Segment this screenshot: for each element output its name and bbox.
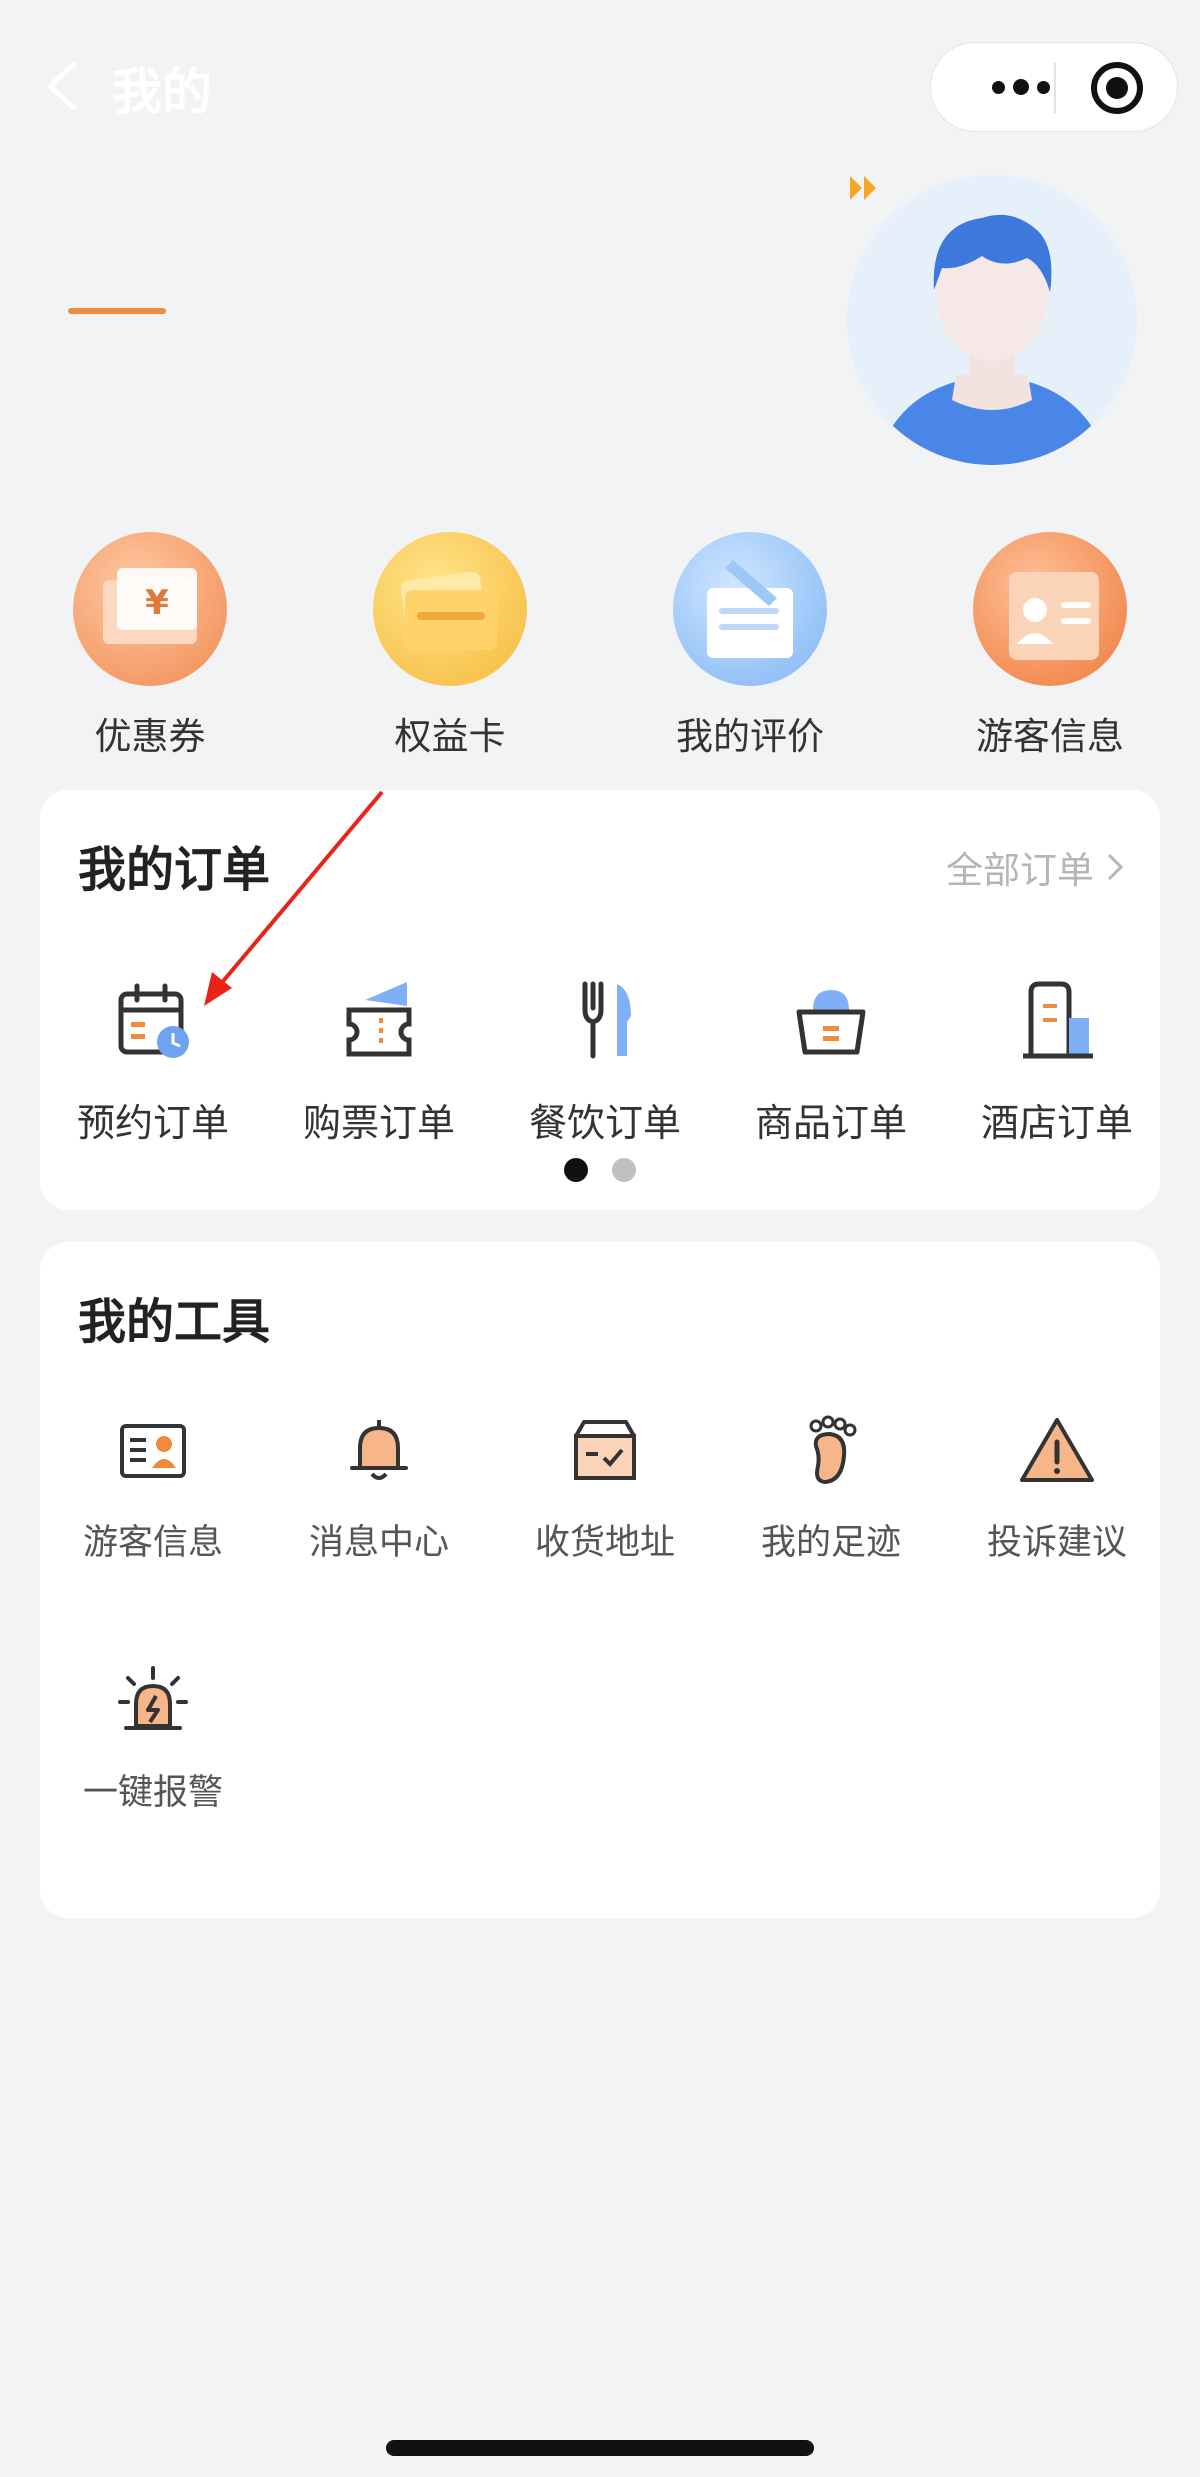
svg-text:¥: ¥	[145, 583, 169, 623]
home-indicator[interactable]	[386, 2440, 814, 2456]
tool-my-footprint[interactable]: 我的足迹	[718, 1406, 944, 1565]
order-ticket-label: 购票订单	[302, 1101, 455, 1145]
capsule-divider	[1054, 63, 1056, 113]
quick-coupon-label: 优惠券	[94, 715, 206, 758]
coupon-icon: ¥	[73, 532, 227, 686]
shopping-bag-icon	[796, 990, 866, 1055]
chevron-right-icon	[1107, 853, 1124, 881]
id-card-icon	[120, 1424, 186, 1478]
tool-shipping-address[interactable]: 收货地址	[492, 1406, 718, 1565]
my-tools-title: 我的工具	[78, 1294, 271, 1350]
close-mini-program-icon[interactable]	[1091, 62, 1143, 114]
delivery-box-icon	[574, 1420, 636, 1480]
tool-complaint-label: 投诉建议	[986, 1523, 1127, 1563]
tool-my-footprint-label: 我的足迹	[760, 1523, 901, 1563]
orders-pager	[40, 1158, 1160, 1182]
order-hotel[interactable]: 酒店订单	[944, 970, 1170, 1147]
tool-shipping-address-label: 收货地址	[534, 1523, 675, 1563]
pager-dot-active[interactable]	[564, 1158, 588, 1182]
footprint-icon	[809, 1415, 857, 1485]
page-title: 我的	[112, 63, 212, 121]
quick-my-review[interactable]: 我的评价	[650, 520, 850, 760]
tool-message-center[interactable]: 消息中心	[266, 1406, 492, 1565]
order-goods[interactable]: 商品订单	[718, 970, 944, 1147]
warning-icon	[1020, 1418, 1094, 1482]
pager-dot[interactable]	[612, 1158, 636, 1182]
my-tools-card: 我的工具 游客信息 消息中心 收货地址 我的足迹 投诉建议 一键报警	[40, 1242, 1160, 1918]
back-arrow-icon[interactable]	[40, 58, 84, 114]
visitor-info-icon	[973, 532, 1127, 686]
tool-emergency-alarm[interactable]: 一键报警	[40, 1656, 266, 1815]
calendar-clock-icon	[118, 983, 189, 1058]
review-icon	[673, 532, 827, 686]
top-nav-bar: 我的	[0, 0, 1200, 170]
card-icon	[373, 532, 527, 686]
order-goods-label: 商品订单	[754, 1101, 907, 1145]
quick-visitor-info-label: 游客信息	[976, 715, 1124, 758]
tool-visitor-info[interactable]: 游客信息	[40, 1406, 266, 1565]
fork-knife-icon	[582, 981, 631, 1059]
more-menu-icon[interactable]	[971, 43, 1071, 131]
user-avatar[interactable]	[842, 170, 1142, 470]
order-booking-label: 预约订单	[76, 1101, 229, 1145]
accent-underline	[68, 308, 166, 314]
all-orders-link[interactable]: 全部订单	[946, 840, 1124, 894]
all-orders-label: 全部订单	[946, 849, 1094, 892]
quick-visitor-info[interactable]: 游客信息	[950, 520, 1150, 760]
order-dining[interactable]: 餐饮订单	[492, 970, 718, 1147]
quick-my-review-label: 我的评价	[676, 715, 824, 758]
quick-entry-row: ¥ 优惠券 权益卡 我的评价 游客信息	[0, 520, 1200, 760]
alarm-icon	[118, 1666, 188, 1730]
bell-icon	[350, 1420, 408, 1480]
hotel-icon	[1023, 981, 1093, 1059]
tool-emergency-alarm-label: 一键报警	[82, 1773, 223, 1813]
quick-benefit-card-label: 权益卡	[394, 715, 506, 758]
order-dining-label: 餐饮订单	[528, 1101, 681, 1145]
annotation-arrow	[204, 790, 384, 1006]
tool-visitor-info-label: 游客信息	[82, 1523, 223, 1563]
order-hotel-label: 酒店订单	[980, 1101, 1133, 1145]
tool-message-center-label: 消息中心	[308, 1523, 449, 1563]
mini-program-capsule	[930, 42, 1178, 132]
tool-complaint[interactable]: 投诉建议	[944, 1406, 1170, 1565]
quick-coupon[interactable]: ¥ 优惠券	[50, 520, 250, 760]
quick-benefit-card[interactable]: 权益卡	[350, 520, 550, 760]
